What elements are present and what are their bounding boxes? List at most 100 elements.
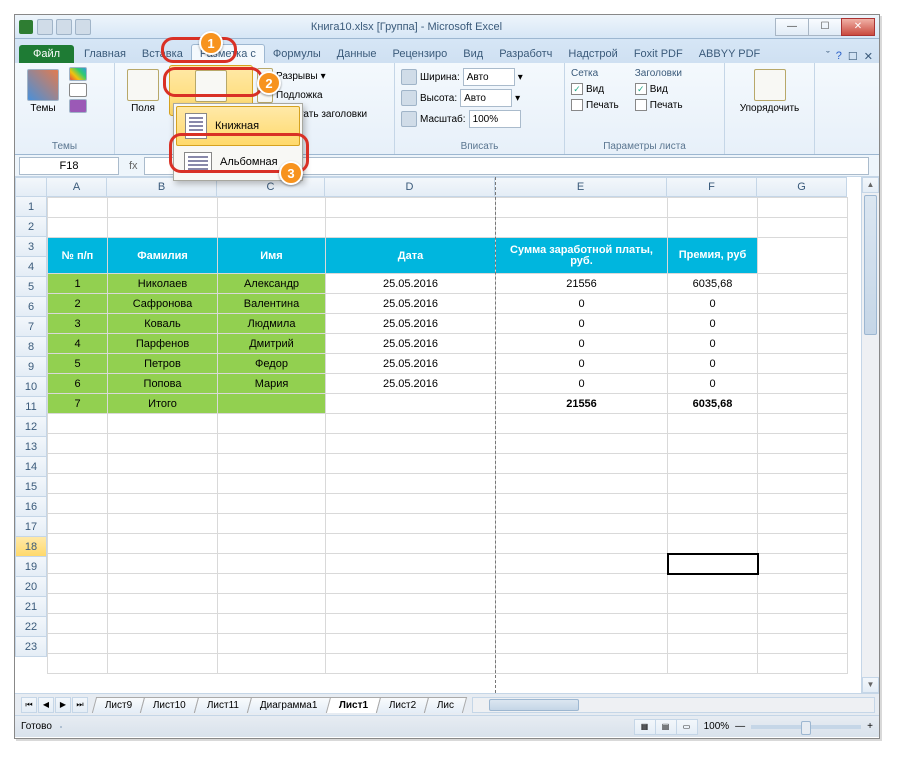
sheet-tab-Лист9[interactable]: Лист9 — [92, 697, 146, 713]
cell-E15[interactable] — [496, 494, 668, 514]
cell-F14[interactable] — [668, 474, 758, 494]
cell-B11[interactable] — [108, 414, 218, 434]
column-header-F[interactable]: F — [667, 177, 757, 197]
cell-D21[interactable] — [326, 614, 496, 634]
cell-G10[interactable] — [758, 394, 848, 414]
cell-F4[interactable]: 6035,68 — [668, 274, 758, 294]
cell-E10[interactable]: 21556 — [496, 394, 668, 414]
cell-D14[interactable] — [326, 474, 496, 494]
cell-C11[interactable] — [218, 414, 326, 434]
row-header-3[interactable]: 3 — [15, 237, 47, 257]
tab-данные[interactable]: Данные — [329, 45, 385, 63]
row-header-13[interactable]: 13 — [15, 437, 47, 457]
row-header-17[interactable]: 17 — [15, 517, 47, 537]
cell-F18[interactable] — [668, 554, 758, 574]
cell-A4[interactable]: 1 — [48, 274, 108, 294]
view-page-break-icon[interactable]: ▭ — [676, 719, 698, 735]
cell-B9[interactable]: Попова — [108, 374, 218, 394]
cell-G14[interactable] — [758, 474, 848, 494]
height-combo[interactable]: Авто — [460, 89, 512, 107]
cell-E17[interactable] — [496, 534, 668, 554]
view-normal-icon[interactable]: ▦ — [634, 719, 656, 735]
cell-E12[interactable] — [496, 434, 668, 454]
cell-B4[interactable]: Николаев — [108, 274, 218, 294]
cell-F6[interactable]: 0 — [668, 314, 758, 334]
scroll-down-icon[interactable]: ▼ — [862, 677, 879, 693]
head-view-checkbox[interactable]: ✓ — [635, 83, 647, 95]
hscroll-thumb[interactable] — [489, 699, 579, 711]
cell-G20[interactable] — [758, 594, 848, 614]
cell-E2[interactable] — [496, 218, 668, 238]
cell-D19[interactable] — [326, 574, 496, 594]
cell-A20[interactable] — [48, 594, 108, 614]
row-header-2[interactable]: 2 — [15, 217, 47, 237]
grid-print-checkbox[interactable] — [571, 99, 583, 111]
workbook-close-icon[interactable]: ✕ — [864, 50, 873, 63]
cell-C13[interactable] — [218, 454, 326, 474]
cell-F5[interactable]: 0 — [668, 294, 758, 314]
cell-B5[interactable]: Сафронова — [108, 294, 218, 314]
zoom-slider[interactable] — [751, 725, 861, 729]
cell-B14[interactable] — [108, 474, 218, 494]
column-header-D[interactable]: D — [325, 177, 495, 197]
select-all-corner[interactable] — [15, 177, 47, 197]
cell-A21[interactable] — [48, 614, 108, 634]
fonts-icon[interactable] — [69, 83, 87, 97]
cell-F3[interactable]: Премия, руб — [668, 238, 758, 274]
cell-F8[interactable]: 0 — [668, 354, 758, 374]
cell-G16[interactable] — [758, 514, 848, 534]
sheet-tab-Лист10[interactable]: Лист10 — [140, 697, 199, 713]
cell-A5[interactable]: 2 — [48, 294, 108, 314]
grid-view-checkbox[interactable]: ✓ — [571, 83, 583, 95]
row-header-11[interactable]: 11 — [15, 397, 47, 417]
width-combo[interactable]: Авто — [463, 68, 515, 86]
cell-E14[interactable] — [496, 474, 668, 494]
cell-G8[interactable] — [758, 354, 848, 374]
row-header-16[interactable]: 16 — [15, 497, 47, 517]
cell-F22[interactable] — [668, 634, 758, 654]
cell-A14[interactable] — [48, 474, 108, 494]
cell-A8[interactable]: 5 — [48, 354, 108, 374]
cell-A10[interactable]: 7 — [48, 394, 108, 414]
margins-button[interactable]: Поля — [121, 65, 165, 114]
row-header-8[interactable]: 8 — [15, 337, 47, 357]
sheet-tab-Лист11[interactable]: Лист11 — [194, 697, 252, 713]
cell-C9[interactable]: Мария — [218, 374, 326, 394]
ribbon-minimize-icon[interactable]: ˇ — [826, 50, 830, 63]
cell-F23[interactable] — [668, 654, 758, 674]
cell-D12[interactable] — [326, 434, 496, 454]
cell-G3[interactable] — [758, 238, 848, 274]
cell-G19[interactable] — [758, 574, 848, 594]
tab-foxit pdf[interactable]: Foxit PDF — [626, 45, 691, 63]
cell-A3[interactable]: № п/п — [48, 238, 108, 274]
cell-B21[interactable] — [108, 614, 218, 634]
close-button[interactable]: ✕ — [841, 18, 875, 36]
sheet-tab-Лист2[interactable]: Лист2 — [376, 697, 430, 713]
cell-G18[interactable] — [758, 554, 848, 574]
sheet-prev-icon[interactable]: ◀ — [38, 697, 54, 713]
cell-C10[interactable] — [218, 394, 326, 414]
tab-вид[interactable]: Вид — [455, 45, 491, 63]
row-header-4[interactable]: 4 — [15, 257, 47, 277]
cell-G5[interactable] — [758, 294, 848, 314]
cell-C21[interactable] — [218, 614, 326, 634]
cell-C1[interactable] — [218, 198, 326, 218]
row-header-23[interactable]: 23 — [15, 637, 47, 657]
cell-C6[interactable]: Людмила — [218, 314, 326, 334]
scroll-thumb[interactable] — [864, 195, 877, 335]
cell-E1[interactable] — [496, 198, 668, 218]
cell-E9[interactable]: 0 — [496, 374, 668, 394]
cell-E5[interactable]: 0 — [496, 294, 668, 314]
cell-D6[interactable]: 25.05.2016 — [326, 314, 496, 334]
cell-D17[interactable] — [326, 534, 496, 554]
row-header-21[interactable]: 21 — [15, 597, 47, 617]
tab-рецензиро[interactable]: Рецензиро — [385, 45, 456, 63]
cell-E13[interactable] — [496, 454, 668, 474]
view-page-layout-icon[interactable]: ▤ — [655, 719, 677, 735]
themes-button[interactable]: Темы — [21, 65, 65, 114]
redo-icon[interactable] — [75, 19, 91, 35]
cell-B15[interactable] — [108, 494, 218, 514]
cell-D10[interactable] — [326, 394, 496, 414]
maximize-button[interactable]: ☐ — [808, 18, 842, 36]
cell-D1[interactable] — [326, 198, 496, 218]
